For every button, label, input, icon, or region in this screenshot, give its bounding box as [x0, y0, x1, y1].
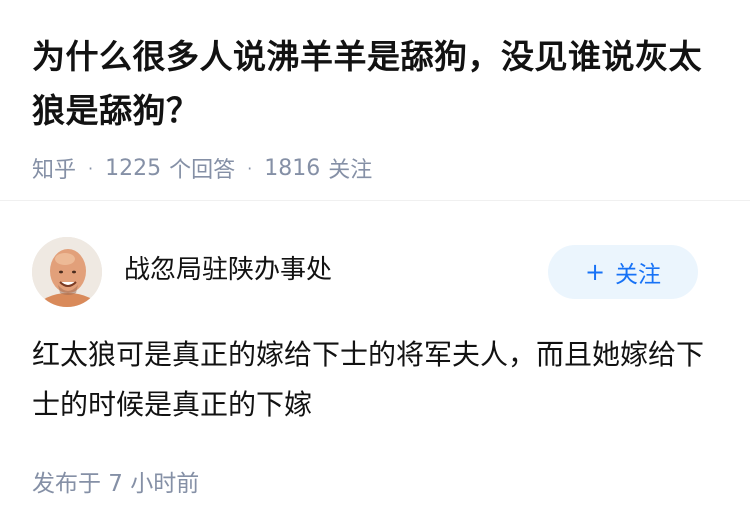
follow-button-label: 关注: [615, 262, 662, 288]
publish-time: 发布于 7 小时前: [32, 471, 200, 497]
question-header: 为什么很多人说沸羊羊是舔狗，没见谁说灰太狼是舔狗？ 知乎 · 1225 个回答 …: [32, 30, 722, 184]
avatar[interactable]: [32, 237, 102, 307]
source-label[interactable]: 知乎: [32, 152, 76, 184]
avatar-bald-man-icon: [32, 237, 102, 307]
follow-button[interactable]: + 关注: [548, 245, 698, 299]
question-meta: 知乎 · 1225 个回答 · 1816 关注: [32, 152, 722, 184]
meta-separator: ·: [247, 158, 253, 178]
author-name[interactable]: 战忽局驻陕办事处: [124, 249, 548, 286]
author-row: 战忽局驻陕办事处 + 关注: [32, 236, 722, 308]
follower-count: 1816: [264, 155, 321, 181]
question-title[interactable]: 为什么很多人说沸羊羊是舔狗，没见谁说灰太狼是舔狗？: [32, 30, 722, 138]
meta-separator: ·: [88, 158, 94, 178]
section-divider: [0, 200, 750, 201]
answer-content[interactable]: 红太狼可是真正的嫁给下士的将军夫人，而且她嫁给下士的时候是真正的下嫁: [32, 330, 722, 430]
follower-count-label: 关注: [328, 158, 373, 183]
plus-icon: +: [584, 258, 606, 286]
answer-count[interactable]: 1225: [105, 156, 161, 181]
answer-count-label[interactable]: 个回答: [169, 152, 235, 184]
